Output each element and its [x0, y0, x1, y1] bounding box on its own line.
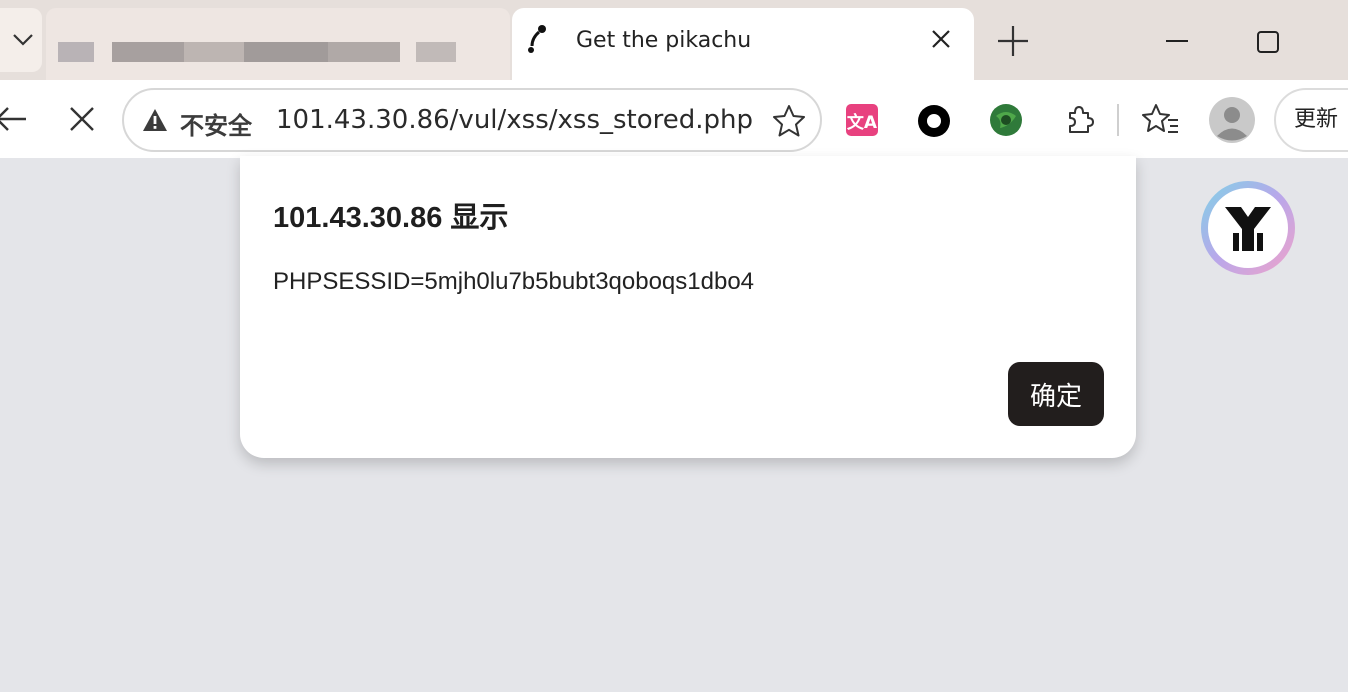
update-button[interactable]: 更新: [1274, 88, 1348, 152]
new-tab-button[interactable]: [996, 24, 1030, 58]
dialog-title: 101.43.30.86 显示: [273, 202, 509, 234]
toolbar-separator: [1117, 104, 1119, 136]
security-status-label[interactable]: 不安全: [180, 106, 252, 141]
maximize-icon[interactable]: [1256, 30, 1280, 54]
floating-assistant-icon[interactable]: [1197, 177, 1299, 279]
address-bar[interactable]: 不安全 101.43.30.86/vul/xss/xss_stored.php: [122, 88, 822, 152]
pikachu-favicon-icon: [528, 25, 546, 53]
stop-icon[interactable]: [65, 102, 99, 136]
profile-avatar-icon[interactable]: [1209, 97, 1255, 143]
redacted-favicon: [58, 42, 94, 62]
minimize-icon[interactable]: [1164, 30, 1190, 52]
favorites-icon[interactable]: [1142, 102, 1180, 138]
chevron-down-icon: [13, 34, 33, 46]
update-button-label: 更新: [1294, 107, 1339, 132]
green-extension-icon[interactable]: [988, 102, 1024, 138]
tab-strip: Get the pikachu: [0, 0, 1348, 82]
ring-extension-icon[interactable]: [917, 104, 951, 138]
dialog-message: PHPSESSID=5mjh0lu7b5bubt3qoboqs1dbo4: [273, 268, 755, 295]
alert-dialog: 101.43.30.86 显示 PHPSESSID=5mjh0lu7b5bubt…: [240, 156, 1136, 458]
tab-title: Get the pikachu: [576, 28, 752, 53]
tab-redacted[interactable]: [46, 8, 510, 80]
tab-active[interactable]: Get the pikachu: [512, 8, 974, 82]
star-icon[interactable]: [772, 104, 806, 138]
redacted-title: [184, 42, 244, 62]
ok-button[interactable]: 确定: [1008, 362, 1104, 426]
back-arrow-icon[interactable]: [0, 102, 28, 136]
close-tab-icon[interactable]: [930, 28, 952, 50]
tab-search-button[interactable]: [0, 8, 42, 72]
redacted-title: [244, 42, 328, 62]
warning-icon[interactable]: [142, 108, 168, 132]
translate-extension-icon[interactable]: 文A: [846, 104, 878, 136]
url-text[interactable]: 101.43.30.86/vul/xss/xss_stored.php: [276, 105, 753, 135]
redacted-title: [416, 42, 456, 62]
extensions-puzzle-icon[interactable]: [1062, 103, 1096, 137]
redacted-title: [112, 42, 184, 62]
redacted-title: [328, 42, 400, 62]
